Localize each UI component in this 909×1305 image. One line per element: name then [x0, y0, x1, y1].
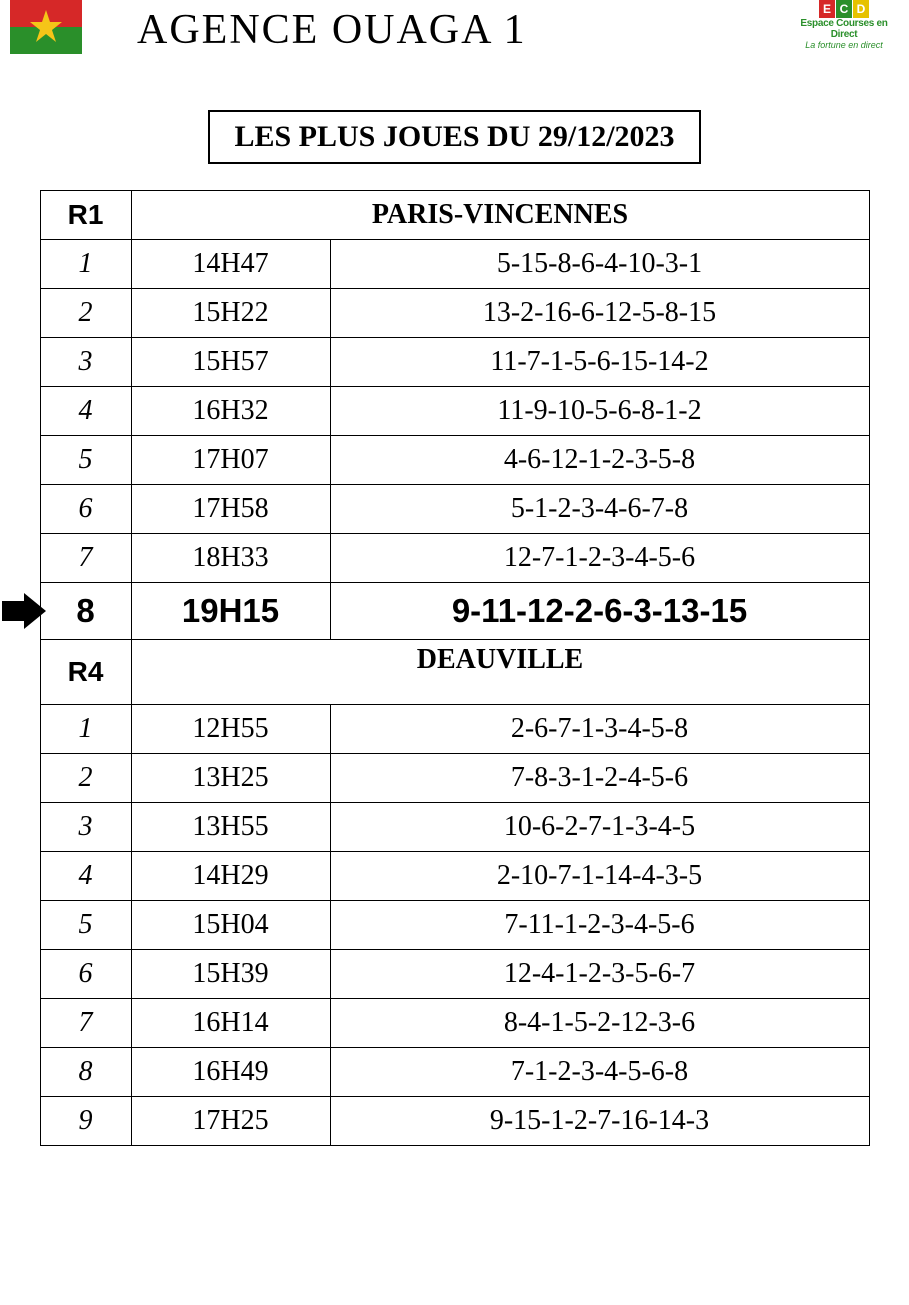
race-time: 17H07 [131, 436, 330, 485]
race-number: 2 [40, 754, 131, 803]
table-row: 515H047-11-1-2-3-4-5-6 [40, 901, 869, 950]
race-number: 2 [40, 289, 131, 338]
race-time: 15H22 [131, 289, 330, 338]
race-picks: 8-4-1-5-2-12-3-6 [330, 999, 869, 1048]
table-row: 114H475-15-8-6-4-10-3-1 [40, 240, 869, 289]
race-number: 3 [40, 338, 131, 387]
race-picks: 4-6-12-1-2-3-5-8 [330, 436, 869, 485]
table-row: 819H159-11-12-2-6-3-13-15 [40, 583, 869, 640]
venue-name: PARIS-VINCENNES [131, 191, 869, 240]
flag-logo [10, 0, 82, 54]
race-number: 7 [40, 999, 131, 1048]
race-time: 19H15 [131, 583, 330, 640]
table-row: 414H292-10-7-1-14-4-3-5 [40, 852, 869, 901]
race-picks: 9-11-12-2-6-3-13-15 [330, 583, 869, 640]
table-row: 718H3312-7-1-2-3-4-5-6 [40, 534, 869, 583]
race-picks: 2-10-7-1-14-4-3-5 [330, 852, 869, 901]
race-time: 16H14 [131, 999, 330, 1048]
race-number: 1 [40, 240, 131, 289]
race-picks: 10-6-2-7-1-3-4-5 [330, 803, 869, 852]
subtitle: LES PLUS JOUES DU 29/12/2023 [208, 110, 700, 164]
race-picks: 2-6-7-1-3-4-5-8 [330, 705, 869, 754]
table-row: 716H148-4-1-5-2-12-3-6 [40, 999, 869, 1048]
race-number: 4 [40, 387, 131, 436]
race-time: 15H57 [131, 338, 330, 387]
race-number: 7 [40, 534, 131, 583]
race-time: 13H25 [131, 754, 330, 803]
brand-logo: ECD Espace Courses en Direct La fortune … [789, 0, 899, 60]
race-time: 16H49 [131, 1048, 330, 1097]
race-time: 15H04 [131, 901, 330, 950]
race-picks: 5-1-2-3-4-6-7-8 [330, 485, 869, 534]
page-title: AGENCE OUAGA 1 [82, 0, 789, 54]
race-picks: 12-7-1-2-3-4-5-6 [330, 534, 869, 583]
race-time: 14H47 [131, 240, 330, 289]
race-time: 14H29 [131, 852, 330, 901]
race-number: 6 [40, 950, 131, 999]
racing-table: R1PARIS-VINCENNES114H475-15-8-6-4-10-3-1… [40, 190, 870, 1146]
race-time: 15H39 [131, 950, 330, 999]
brand-logo-badge: ECD [789, 0, 899, 18]
page-header: AGENCE OUAGA 1 ECD Espace Courses en Dir… [0, 0, 909, 60]
subtitle-container: LES PLUS JOUES DU 29/12/2023 [0, 110, 909, 164]
table-row: 112H552-6-7-1-3-4-5-8 [40, 705, 869, 754]
race-picks: 11-7-1-5-6-15-14-2 [330, 338, 869, 387]
race-picks: 7-11-1-2-3-4-5-6 [330, 901, 869, 950]
race-time: 16H32 [131, 387, 330, 436]
race-time: 18H33 [131, 534, 330, 583]
race-picks: 5-15-8-6-4-10-3-1 [330, 240, 869, 289]
table-row: 615H3912-4-1-2-3-5-6-7 [40, 950, 869, 999]
race-time: 17H25 [131, 1097, 330, 1146]
section-code: R4 [40, 640, 131, 705]
table-row: 213H257-8-3-1-2-4-5-6 [40, 754, 869, 803]
race-number: 4 [40, 852, 131, 901]
race-number: 5 [40, 436, 131, 485]
table-row: 416H3211-9-10-5-6-8-1-2 [40, 387, 869, 436]
table-row: 315H5711-7-1-5-6-15-14-2 [40, 338, 869, 387]
table-row: 313H5510-6-2-7-1-3-4-5 [40, 803, 869, 852]
race-picks: 7-1-2-3-4-5-6-8 [330, 1048, 869, 1097]
race-picks: 13-2-16-6-12-5-8-15 [330, 289, 869, 338]
race-number: 1 [40, 705, 131, 754]
table-row: 917H259-15-1-2-7-16-14-3 [40, 1097, 869, 1146]
race-picks: 7-8-3-1-2-4-5-6 [330, 754, 869, 803]
race-number: 5 [40, 901, 131, 950]
race-time: 17H58 [131, 485, 330, 534]
race-number: 8 [40, 583, 131, 640]
table-row: 816H497-1-2-3-4-5-6-8 [40, 1048, 869, 1097]
brand-line2: La fortune en direct [789, 40, 899, 50]
table-row: 517H074-6-12-1-2-3-5-8 [40, 436, 869, 485]
race-picks: 12-4-1-2-3-5-6-7 [330, 950, 869, 999]
race-number: 3 [40, 803, 131, 852]
race-picks: 9-15-1-2-7-16-14-3 [330, 1097, 869, 1146]
race-number: 9 [40, 1097, 131, 1146]
race-time: 12H55 [131, 705, 330, 754]
table-row: 215H2213-2-16-6-12-5-8-15 [40, 289, 869, 338]
table-row: 617H585-1-2-3-4-6-7-8 [40, 485, 869, 534]
race-picks: 11-9-10-5-6-8-1-2 [330, 387, 869, 436]
venue-name: DEAUVILLE [131, 640, 869, 705]
brand-line1: Espace Courses en Direct [789, 18, 899, 40]
race-number: 8 [40, 1048, 131, 1097]
race-time: 13H55 [131, 803, 330, 852]
section-code: R1 [40, 191, 131, 240]
table-wrap: R1PARIS-VINCENNES114H475-15-8-6-4-10-3-1… [0, 190, 909, 1146]
race-number: 6 [40, 485, 131, 534]
